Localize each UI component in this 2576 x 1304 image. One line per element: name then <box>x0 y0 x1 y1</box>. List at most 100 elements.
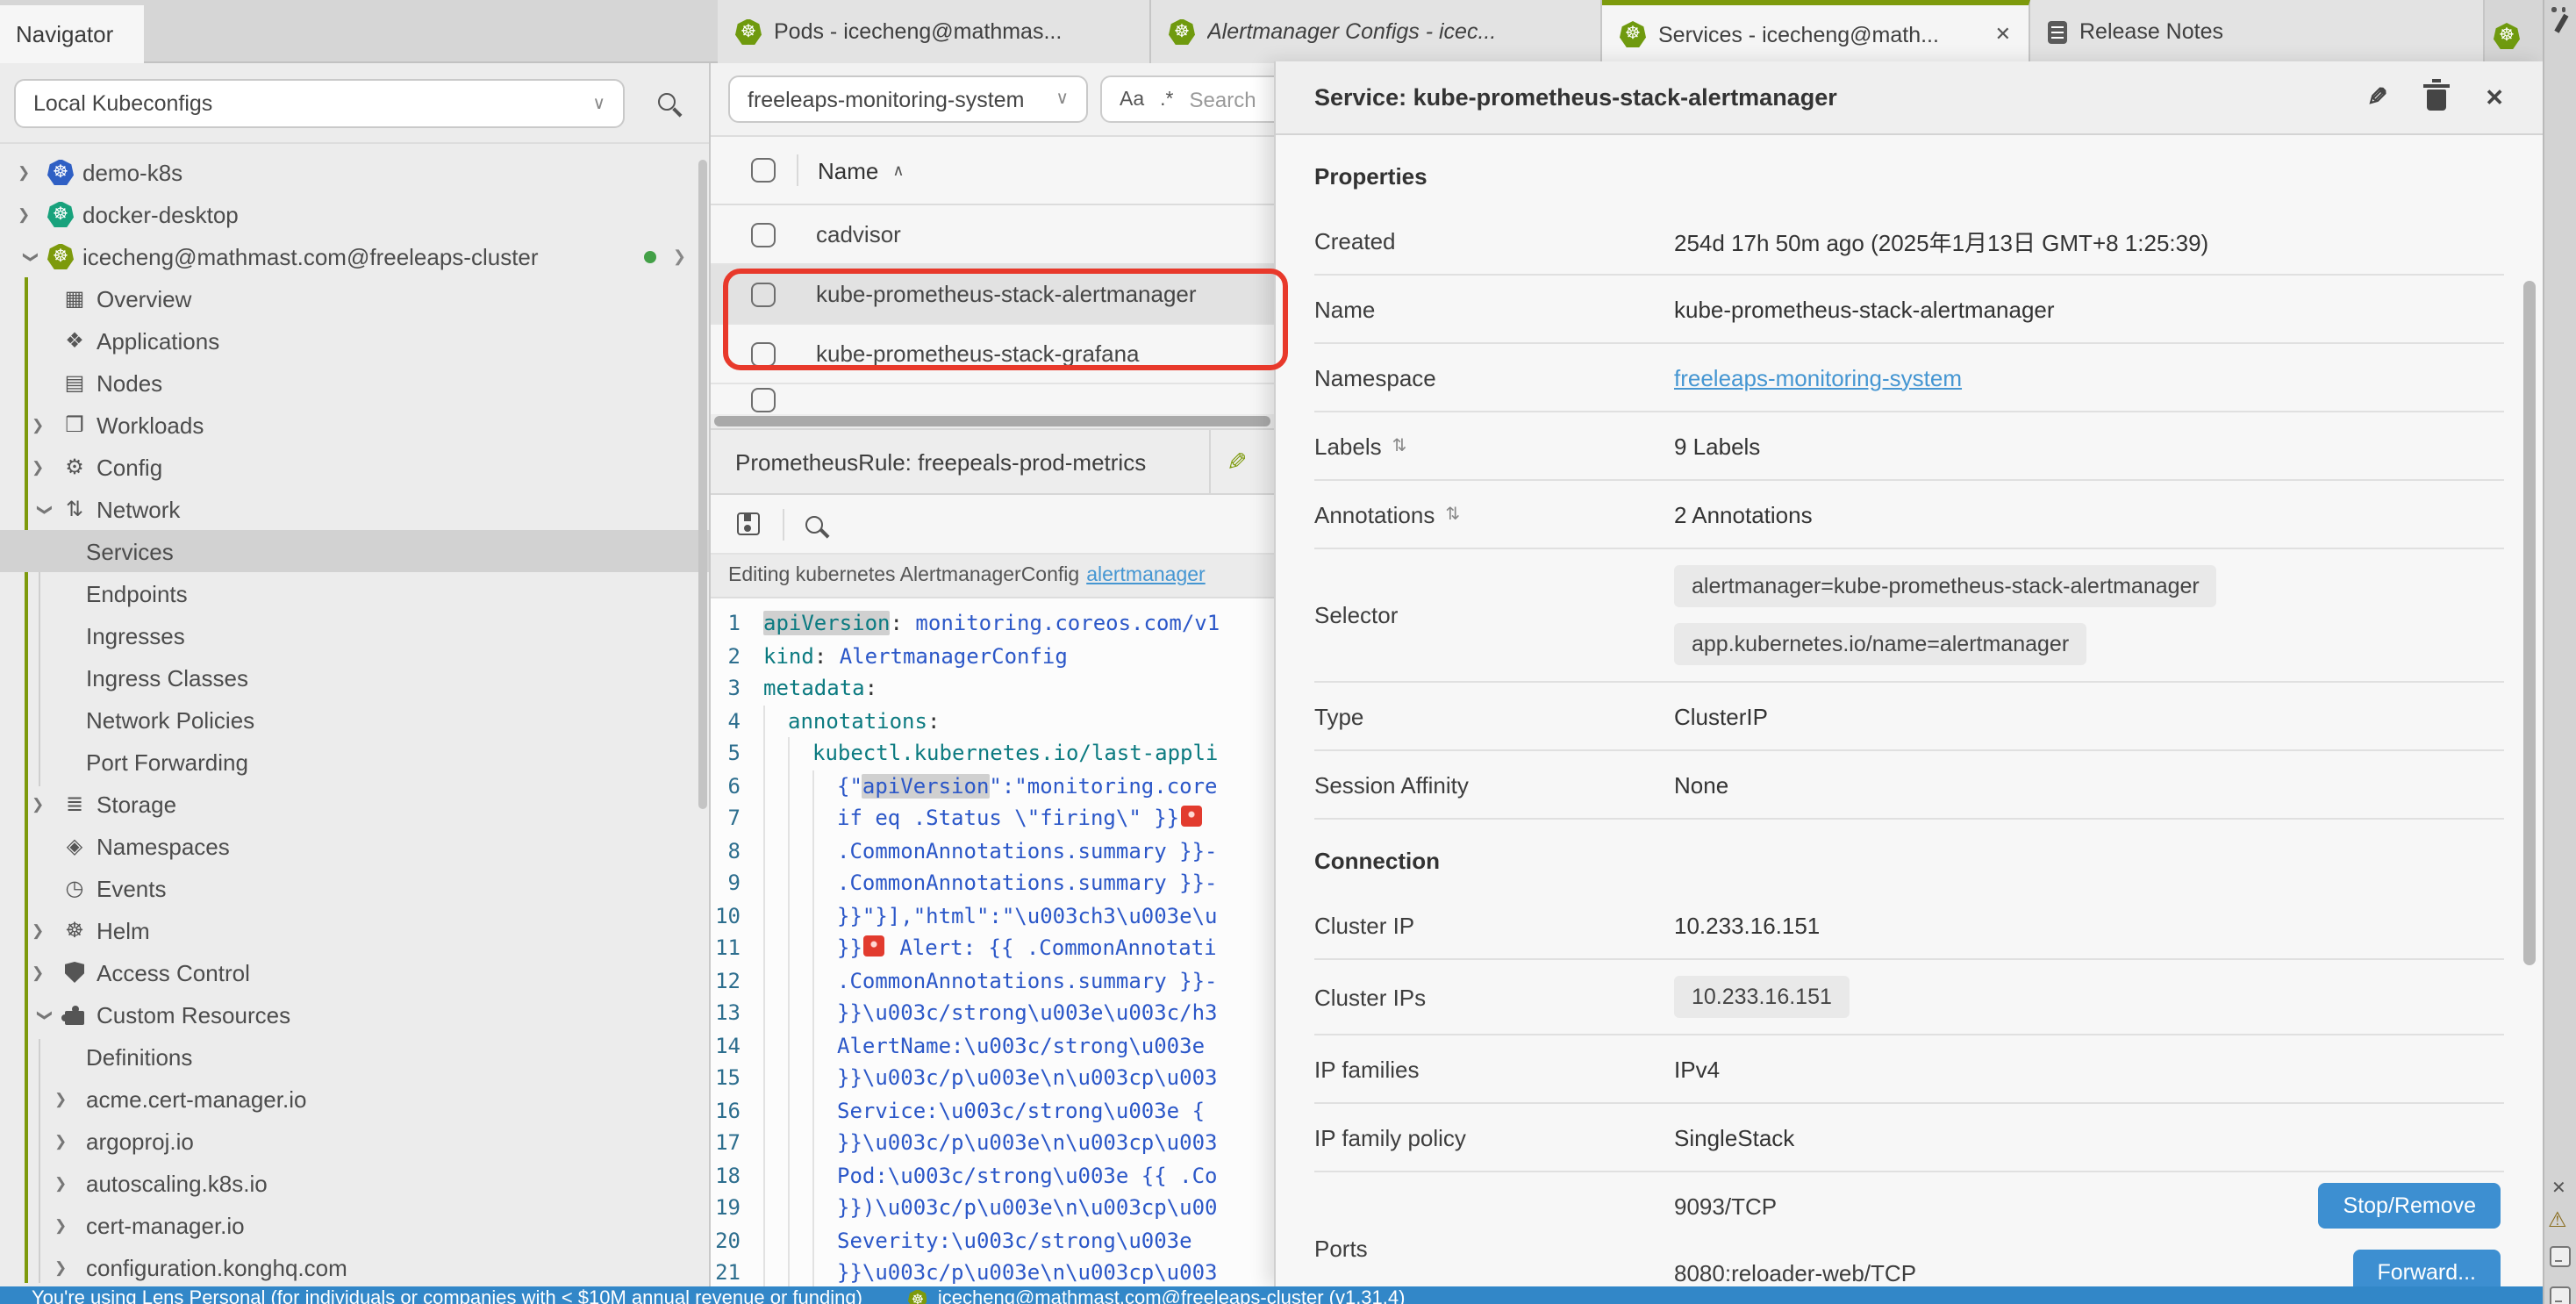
edit-icon[interactable]: ✎ <box>2368 82 2388 112</box>
chevron-right-icon[interactable]: ❯ <box>32 457 58 476</box>
chevron-right-icon[interactable]: ❯ <box>32 415 58 434</box>
editor-line-11[interactable]: 11}} Alert: {{ .CommonAnnotati <box>711 932 1274 964</box>
close-icon[interactable]: ✕ <box>2551 1179 2566 1199</box>
editor-line-5[interactable]: 5kubectl.kubernetes.io/last-appli <box>711 737 1274 770</box>
sidebar-item-icecheng-mathmast-com-freeleaps-cluster[interactable]: ❯☸icecheng@mathmast.com@freeleaps-cluste… <box>0 235 709 277</box>
sidebar-item-ingress-classes[interactable]: Ingress Classes <box>0 656 709 699</box>
editor-line-7[interactable]: 7if eq .Status \"firing\" }} <box>711 802 1274 835</box>
sidebar-item-argoproj-io[interactable]: ❯argoproj.io <box>0 1120 709 1162</box>
editor-line-13[interactable]: 13}}\u003c/strong\u003e\u003c/h3 <box>711 997 1274 1029</box>
chevron-right-icon[interactable]: ❯ <box>673 247 686 266</box>
sort-toggle-icon[interactable]: ⇅ <box>1445 505 1460 524</box>
tab-close-icon[interactable]: ✕ <box>1995 23 2011 46</box>
sidebar-item-nodes[interactable]: ▤Nodes <box>0 362 709 404</box>
sort-ascending-icon[interactable]: ∧ <box>892 161 904 180</box>
details-scrollbar[interactable] <box>2523 281 2536 965</box>
sidebar-item-docker-desktop[interactable]: ❯☸docker-desktop <box>0 193 709 235</box>
notification-box-icon[interactable] <box>2550 1246 2571 1267</box>
editor-line-8[interactable]: 8.CommonAnnotations.summary }}- <box>711 835 1274 867</box>
sort-toggle-icon[interactable]: ⇅ <box>1392 436 1407 455</box>
chevron-right-icon[interactable]: ❯ <box>54 1089 81 1108</box>
sidebar-item-helm[interactable]: ❯☸Helm <box>0 909 709 951</box>
row-checkbox[interactable] <box>751 222 776 247</box>
editor-search-icon[interactable] <box>805 515 823 533</box>
tab-release-notes[interactable]: Release Notes <box>2030 0 2485 63</box>
sidebar-item-namespaces[interactable]: ◈Namespaces <box>0 825 709 867</box>
sidebar-scrollbar[interactable] <box>698 160 707 809</box>
editor-line-10[interactable]: 10}}"}],"html":"\u003ch3\u003e\u <box>711 899 1274 932</box>
editor-line-3[interactable]: 3metadata: <box>711 672 1274 705</box>
row-checkbox[interactable] <box>751 341 776 366</box>
table-row-partial[interactable] <box>711 384 1274 414</box>
stop-remove-button[interactable]: Stop/Remove <box>2319 1183 2501 1229</box>
sidebar-item-autoscaling-k8s-io[interactable]: ❯autoscaling.k8s.io <box>0 1162 709 1204</box>
edit-icon[interactable]: ✎ <box>1227 448 1247 477</box>
horizontal-scrollbar[interactable] <box>711 414 1274 428</box>
sidebar-item-ingresses[interactable]: Ingresses <box>0 614 709 656</box>
port-link[interactable]: 8080:reloader-web/TCP <box>1674 1259 1916 1286</box>
search-input[interactable]: Aa .* Search <box>1100 75 1274 123</box>
chevron-down-icon[interactable]: ❯ <box>35 1001 54 1028</box>
chevron-right-icon[interactable]: ❯ <box>18 204 44 224</box>
yaml-editor[interactable]: 1apiVersion: monitoring.coreos.com/v12ki… <box>711 598 1274 1286</box>
sidebar-item-port-forwarding[interactable]: Port Forwarding <box>0 741 709 783</box>
chevron-right-icon[interactable]: ❯ <box>54 1257 81 1277</box>
save-icon[interactable] <box>737 512 760 535</box>
sidebar-item-storage[interactable]: ❯≣Storage <box>0 783 709 825</box>
cluster-version-text[interactable]: icecheng@mathmast.com@freeleaps-cluster … <box>938 1288 1406 1304</box>
chevron-right-icon[interactable]: ❯ <box>32 921 58 940</box>
sidebar-item-config[interactable]: ❯⚙Config <box>0 446 709 488</box>
match-case-toggle[interactable]: Aa <box>1120 89 1144 110</box>
editor-line-6[interactable]: 6{"apiVersion":"monitoring.core <box>711 770 1274 802</box>
tab-pods-icecheng-mathmas[interactable]: ☸Pods - icecheng@mathmas... <box>718 0 1151 63</box>
table-row-kube-prometheus-stack-grafana[interactable]: kube-prometheus-stack-grafana <box>711 325 1274 384</box>
sidebar-item-custom-resources[interactable]: ❯Custom Resources <box>0 993 709 1035</box>
sidebar-item-network[interactable]: ❯⇅Network <box>0 488 709 530</box>
editor-line-18[interactable]: 18Pod:\u003c/strong\u003e {{ .Co <box>711 1159 1274 1192</box>
navigator-tab[interactable]: Navigator <box>0 5 144 63</box>
sidebar-item-access-control[interactable]: ❯Access Control <box>0 951 709 993</box>
editor-line-19[interactable]: 19}})\u003c/p\u003e\n\u003cp\u00 <box>711 1192 1274 1224</box>
chevron-right-icon[interactable]: ❯ <box>54 1215 81 1235</box>
tab-services-icecheng-math[interactable]: ☸Services - icecheng@math...✕ <box>1602 0 2030 63</box>
chevron-down-icon[interactable]: ❯ <box>35 496 54 522</box>
regex-toggle[interactable]: .* <box>1160 89 1173 110</box>
editor-line-2[interactable]: 2kind: AlertmanagerConfig <box>711 640 1274 672</box>
forward-button[interactable]: Forward... <box>2352 1250 2501 1286</box>
chevron-right-icon[interactable]: ❯ <box>18 162 44 182</box>
row-checkbox[interactable] <box>751 387 776 412</box>
chevron-right-icon[interactable]: ❯ <box>54 1131 81 1150</box>
sidebar-item-workloads[interactable]: ❯❒Workloads <box>0 404 709 446</box>
sidebar-item-definitions[interactable]: Definitions <box>0 1035 709 1078</box>
namespace-link[interactable]: freeleaps-monitoring-system <box>1674 364 1962 390</box>
prometheus-rule-panel-header[interactable]: PrometheusRule: freepeals-prod-metrics ✎ <box>711 428 1274 495</box>
editor-line-17[interactable]: 17}}\u003c/p\u003e\n\u003cp\u003 <box>711 1127 1274 1159</box>
sidebar-item-network-policies[interactable]: Network Policies <box>0 699 709 741</box>
alertmanager-link[interactable]: alertmanager <box>1086 565 1206 586</box>
chevron-down-icon[interactable]: ❯ <box>21 243 40 269</box>
overflow-tab-kubernetes-icon[interactable]: ☸ <box>2494 18 2520 49</box>
chevron-right-icon[interactable]: ❯ <box>32 794 58 813</box>
close-icon[interactable]: ✕ <box>2485 83 2504 111</box>
name-column-header[interactable]: Name <box>818 157 878 183</box>
editor-line-21[interactable]: 21}}\u003c/p\u003e\n\u003cp\u003 <box>711 1257 1274 1286</box>
editor-line-20[interactable]: 20Severity:\u003c/strong\u003e <box>711 1224 1274 1257</box>
notification-box-icon[interactable] <box>2550 1286 2571 1304</box>
editor-line-14[interactable]: 14AlertName:\u003c/strong\u003e <box>711 1029 1274 1062</box>
sidebar-item-services[interactable]: Services <box>0 530 709 572</box>
namespace-select[interactable]: freeleaps-monitoring-system ∨ <box>728 75 1088 123</box>
editor-line-12[interactable]: 12.CommonAnnotations.summary }}- <box>711 964 1274 997</box>
sidebar-item-acme-cert-manager-io[interactable]: ❯acme.cert-manager.io <box>0 1078 709 1120</box>
editor-line-16[interactable]: 16Service:\u003c/strong\u003e { <box>711 1094 1274 1127</box>
sidebar-item-demo-k8s[interactable]: ❯☸demo-k8s <box>0 151 709 193</box>
sidebar-item-endpoints[interactable]: Endpoints <box>0 572 709 614</box>
select-all-checkbox[interactable] <box>751 158 776 183</box>
editor-line-15[interactable]: 15}}\u003c/p\u003e\n\u003cp\u003 <box>711 1062 1274 1094</box>
editor-line-1[interactable]: 1apiVersion: monitoring.coreos.com/v1 <box>711 607 1274 640</box>
delete-icon[interactable] <box>2427 90 2446 111</box>
sidebar-item-events[interactable]: ◷Events <box>0 867 709 909</box>
sidebar-item-cert-manager-io[interactable]: ❯cert-manager.io <box>0 1204 709 1246</box>
chevron-right-icon[interactable]: ❯ <box>54 1173 81 1193</box>
editor-line-4[interactable]: 4annotations: <box>711 705 1274 737</box>
chevron-right-icon[interactable]: ❯ <box>32 963 58 982</box>
